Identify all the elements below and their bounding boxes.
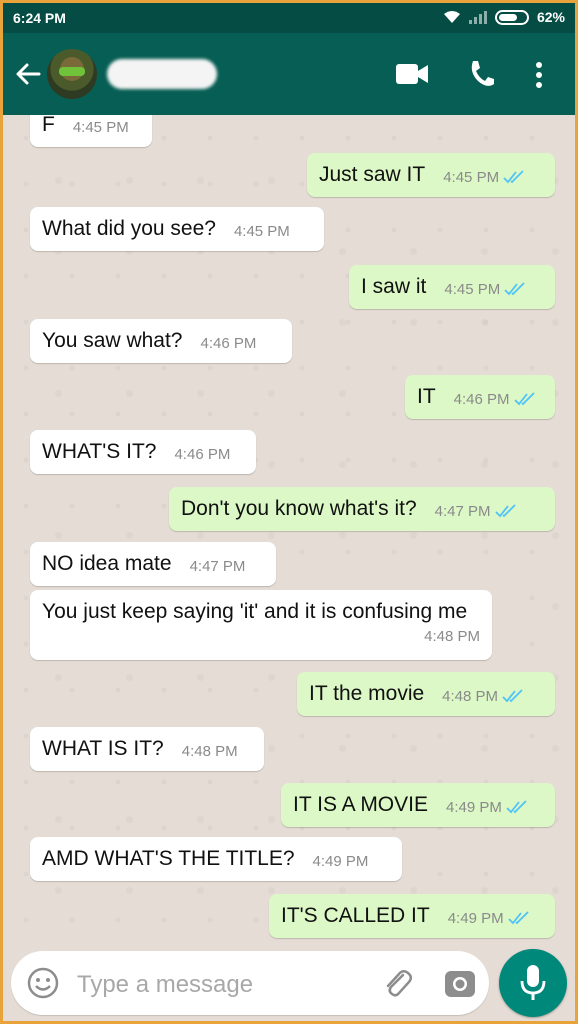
mic-button[interactable] xyxy=(499,949,567,1017)
message-text: IT xyxy=(417,385,436,408)
read-receipt-icon xyxy=(513,392,535,406)
incoming-message[interactable]: AMD WHAT'S THE TITLE? 4:49 PM xyxy=(30,837,402,881)
outgoing-message[interactable]: Don't you know what's it? 4:47 PM xyxy=(169,487,555,531)
message-time: 4:47 PM xyxy=(189,558,246,575)
message-time: 4:45 PM xyxy=(443,163,525,186)
battery-icon xyxy=(494,9,529,25)
contact-name-redacted[interactable] xyxy=(107,59,217,89)
status-bar: 6:24 PM 62% xyxy=(3,3,575,33)
incoming-message[interactable]: What did you see? 4:45 PM xyxy=(30,207,324,251)
read-receipt-icon xyxy=(507,911,529,925)
chat-screen: 6:24 PM 62% F 4:45 PM Just saw IT 4:45 P… xyxy=(3,3,575,1021)
message-text: Don't you know what's it? xyxy=(181,497,417,520)
arrow-left-icon[interactable] xyxy=(13,59,43,89)
message-text: Just saw IT xyxy=(319,163,426,186)
message-time: 4:46 PM xyxy=(200,335,257,352)
outgoing-message[interactable]: Just saw IT 4:45 PM xyxy=(307,153,555,197)
message-time: 4:45 PM xyxy=(233,223,290,240)
battery-percent: 62% xyxy=(536,9,565,25)
message-text: IT IS A MOVIE xyxy=(293,793,428,816)
message-placeholder: Type a message xyxy=(77,971,254,998)
read-receipt-icon xyxy=(494,504,516,518)
message-time: 4:49 PM xyxy=(312,853,369,870)
message-time: 4:49 PM xyxy=(446,793,528,816)
message-text: I saw it xyxy=(361,275,427,298)
read-receipt-icon xyxy=(506,800,527,814)
more-vertical-icon[interactable] xyxy=(535,61,543,89)
outgoing-message[interactable]: IT the movie 4:48 PM xyxy=(297,672,555,716)
message-input[interactable]: Type a message xyxy=(11,951,489,1015)
outgoing-message[interactable]: IT 4:46 PM xyxy=(405,375,555,419)
composer-bar: Type a message xyxy=(3,943,575,1021)
status-time: 6:24 PM xyxy=(13,10,66,26)
incoming-message[interactable]: You just keep saying 'it' and it is conf… xyxy=(30,590,492,660)
message-text: WHAT'S IT? xyxy=(42,440,157,463)
mic-icon xyxy=(520,965,546,1000)
outgoing-message[interactable]: I saw it 4:45 PM xyxy=(349,265,555,309)
read-receipt-icon xyxy=(504,282,525,296)
message-text: WHAT IS IT? xyxy=(42,737,164,760)
outgoing-message[interactable]: IT IS A MOVIE 4:49 PM xyxy=(281,783,555,827)
signal-icon xyxy=(468,10,487,24)
incoming-message[interactable]: You saw what? 4:46 PM xyxy=(30,319,292,363)
wifi-icon xyxy=(443,11,460,23)
video-call-icon[interactable] xyxy=(395,63,429,85)
status-indicators: 62% xyxy=(443,9,565,25)
message-time: 4:49 PM xyxy=(448,904,530,927)
outgoing-message[interactable]: IT'S CALLED IT 4:49 PM xyxy=(269,894,555,938)
message-text: What did you see? xyxy=(42,217,216,240)
chat-header xyxy=(3,33,575,115)
message-time: 4:48 PM xyxy=(442,682,524,705)
message-time: 4:45 PM xyxy=(72,119,129,136)
incoming-message[interactable]: WHAT'S IT? 4:46 PM xyxy=(30,430,256,474)
message-time: 4:46 PM xyxy=(174,446,231,463)
incoming-message[interactable]: NO idea mate 4:47 PM xyxy=(30,542,276,586)
message-text: IT the movie xyxy=(309,682,425,705)
incoming-message[interactable]: WHAT IS IT? 4:48 PM xyxy=(30,727,264,771)
message-time: 4:45 PM xyxy=(444,275,526,298)
message-text: You just keep saying 'it' and it is conf… xyxy=(42,600,468,623)
voice-call-icon[interactable] xyxy=(467,59,495,89)
read-receipt-icon xyxy=(503,170,524,184)
emoji-icon[interactable] xyxy=(27,967,59,999)
incoming-message[interactable]: F 4:45 PM xyxy=(30,115,152,147)
avatar[interactable] xyxy=(47,49,97,99)
message-text: F xyxy=(42,115,55,136)
message-text: NO idea mate xyxy=(42,552,172,575)
camera-icon[interactable] xyxy=(443,967,477,999)
message-text: You saw what? xyxy=(42,329,183,352)
message-time: 4:47 PM xyxy=(435,497,517,520)
message-text: IT'S CALLED IT xyxy=(281,904,430,927)
attach-icon[interactable] xyxy=(381,967,415,1001)
message-time: 4:46 PM xyxy=(454,385,536,408)
message-text: AMD WHAT'S THE TITLE? xyxy=(42,847,295,870)
read-receipt-icon xyxy=(502,689,523,703)
message-time: 4:48 PM xyxy=(181,743,238,760)
message-time: 4:48 PM xyxy=(424,628,480,645)
message-list[interactable]: F 4:45 PM Just saw IT 4:45 PM What did you s… xyxy=(3,115,575,943)
